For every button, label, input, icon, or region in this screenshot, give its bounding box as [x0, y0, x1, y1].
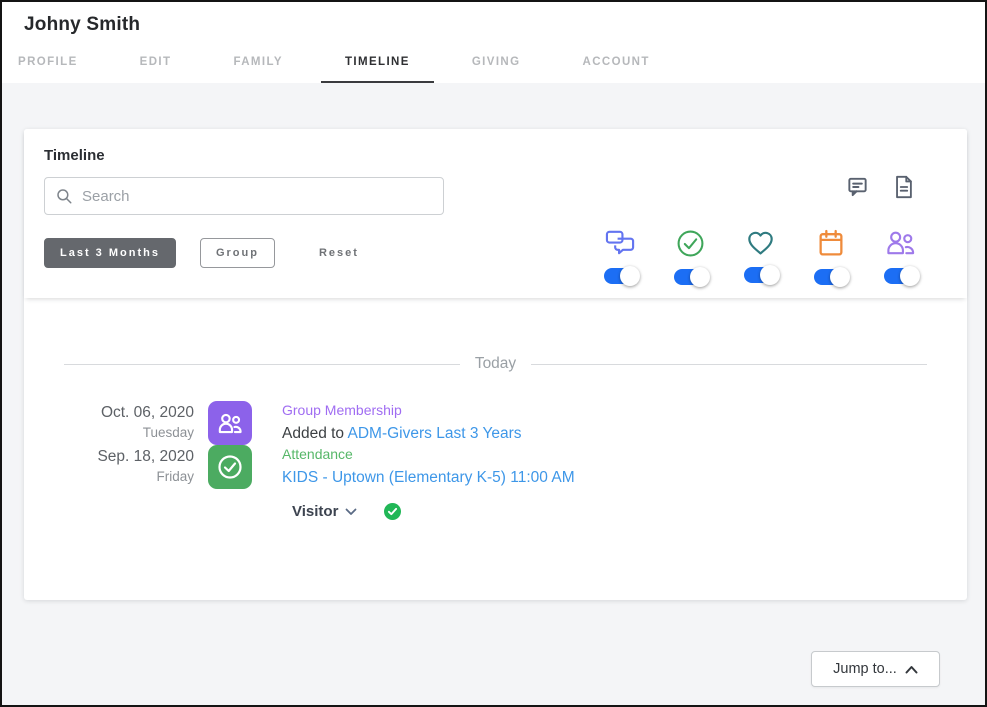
tab-bar: PROFILE EDIT FAMILY TIMELINE GIVING ACCO… [2, 50, 985, 83]
reset-filter-button[interactable]: Reset [304, 238, 374, 268]
entry-icon-column [208, 401, 252, 445]
comment-icon[interactable] [846, 175, 869, 204]
entry-date-text: Sep. 18, 2020 [64, 448, 194, 466]
page-title: Johny Smith [2, 14, 985, 50]
entry-content: Attendance KIDS - Uptown (Elementary K-5… [282, 445, 575, 520]
people-icon [217, 412, 243, 435]
attendance-toggle[interactable] [674, 269, 707, 285]
range-filter-button[interactable]: Last 3 Months [44, 238, 176, 268]
panel-title: Timeline [44, 147, 947, 164]
timeline-card: Timeline Last 3 Months Group Reset [24, 129, 967, 600]
toggle-knob [830, 267, 850, 287]
events-toggle[interactable] [814, 269, 847, 285]
today-divider: Today [64, 355, 927, 373]
group-filter-button[interactable]: Group [200, 238, 275, 268]
entry-type-label: Attendance [282, 446, 575, 462]
toggle-col-connections [738, 229, 783, 285]
visitor-dropdown[interactable]: Visitor [292, 503, 357, 520]
tab-giving[interactable]: GIVING [448, 50, 545, 83]
jump-to-button[interactable]: Jump to... [811, 651, 940, 687]
tab-account[interactable]: ACCOUNT [558, 50, 673, 83]
visitor-row: Visitor [292, 503, 575, 520]
groups-toggle[interactable] [884, 268, 917, 284]
chevron-down-icon [345, 508, 357, 516]
entry-type-label: Group Membership [282, 402, 522, 418]
toggle-col-groups [878, 229, 923, 285]
app-window: Johny Smith PROFILE EDIT FAMILY TIMELINE… [0, 0, 987, 707]
timeline-entry-attendance: Sep. 18, 2020 Friday Attendance KIDS - U… [64, 445, 927, 520]
entry-day-text: Tuesday [64, 425, 194, 440]
check-circle-icon [676, 229, 705, 258]
tab-timeline[interactable]: TIMELINE [321, 50, 434, 83]
timeline-filter-header: Timeline Last 3 Months Group Reset [24, 129, 967, 298]
entry-date-text: Oct. 06, 2020 [64, 404, 194, 422]
toggle-knob [690, 267, 710, 287]
search-box[interactable] [44, 177, 444, 215]
timeline-entry-group-membership: Oct. 06, 2020 Tuesday Gro [64, 401, 927, 445]
tab-edit[interactable]: EDIT [116, 50, 196, 83]
document-icon[interactable] [893, 175, 914, 204]
people-icon [885, 229, 916, 257]
category-toggle-row [598, 229, 923, 285]
toggle-knob [900, 266, 920, 286]
chat-bubbles-icon [605, 229, 636, 257]
search-input[interactable] [82, 188, 433, 205]
visitor-label-text: Visitor [292, 503, 338, 520]
entry-day-text: Friday [64, 469, 194, 484]
chevron-up-icon [905, 665, 918, 674]
entry-description: Added to ADM-Givers Last 3 Years [282, 425, 522, 443]
messages-toggle[interactable] [604, 268, 637, 284]
tab-profile[interactable]: PROFILE [0, 50, 102, 83]
connections-toggle[interactable] [744, 267, 777, 283]
divider-line [64, 364, 460, 365]
toggle-col-messages [598, 229, 643, 285]
entry-description: KIDS - Uptown (Elementary K-5) 11:00 AM [282, 469, 575, 487]
toggle-col-events [808, 229, 853, 285]
entry-date: Sep. 18, 2020 Friday [64, 445, 194, 520]
calendar-icon [817, 229, 845, 258]
attendance-link[interactable]: KIDS - Uptown (Elementary K-5) 11:00 AM [282, 469, 575, 486]
check-circle-icon [216, 453, 244, 481]
attendance-badge [208, 445, 252, 489]
search-icon [55, 187, 73, 205]
jump-to-label: Jump to... [833, 661, 897, 677]
heart-icon [746, 229, 775, 256]
entry-date: Oct. 06, 2020 Tuesday [64, 401, 194, 445]
toggle-knob [620, 266, 640, 286]
tab-family[interactable]: FAMILY [209, 50, 307, 83]
toggle-col-attendance [668, 229, 713, 285]
group-link[interactable]: ADM-Givers Last 3 Years [348, 425, 522, 442]
group-membership-badge [208, 401, 252, 445]
header-icon-group [846, 175, 914, 204]
person-header: Johny Smith PROFILE EDIT FAMILY TIMELINE… [2, 2, 985, 83]
today-label: Today [460, 355, 531, 373]
toggle-knob [760, 265, 780, 285]
entry-content: Group Membership Added to ADM-Givers Las… [282, 401, 522, 445]
timeline-body: Today Oct. 06, 2020 Tuesday [24, 355, 967, 520]
check-circle-filled-icon[interactable] [384, 503, 401, 520]
divider-line [531, 364, 927, 365]
entry-text-prefix: Added to [282, 425, 348, 442]
entry-icon-column [208, 445, 252, 520]
